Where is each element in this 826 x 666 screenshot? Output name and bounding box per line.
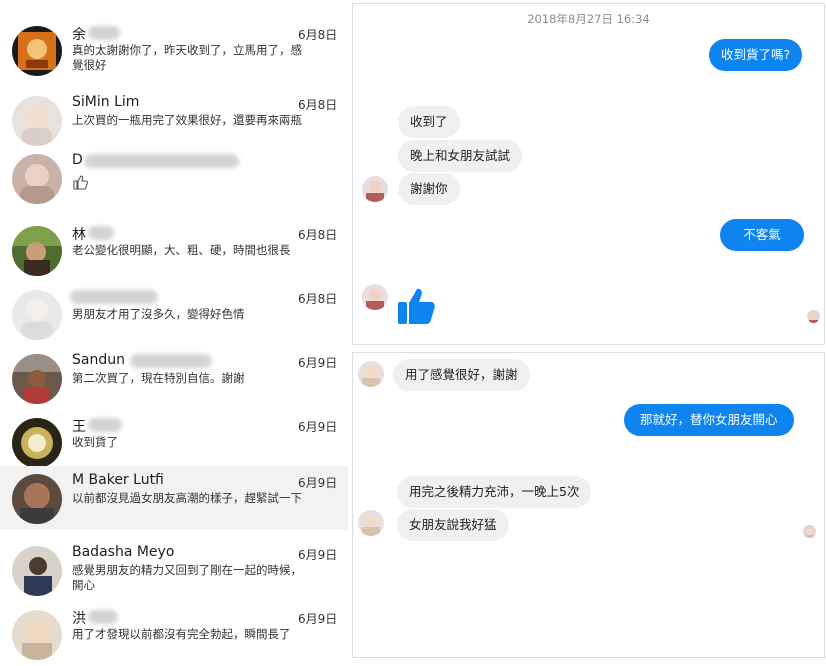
conversation-date: 6月9日: [298, 548, 338, 562]
blurred-name-overlay: [88, 26, 120, 40]
conversation-item[interactable]: 6月8日 男朋友才用了沒多久，變得好色情: [0, 282, 348, 346]
conversation-date: 6月9日: [298, 356, 338, 370]
conversation-item[interactable]: 王 6月9日 收到貨了: [0, 410, 348, 474]
avatar-image-icon: [20, 164, 54, 204]
conversation-date: 6月8日: [298, 292, 338, 306]
conversation-preview: 男朋友才用了沒多久，變得好色情: [72, 307, 245, 321]
avatar-image-icon: [12, 226, 62, 276]
conversation-item[interactable]: SiMin Lim 6月8日 上次買的一瓶用完了效果很好，還要再來兩瓶: [0, 88, 348, 152]
avatar-image-icon: [20, 483, 54, 524]
conversation-preview: 上次買的一瓶用完了效果很好，還要再來兩瓶: [72, 113, 302, 127]
chat-timestamp: 2018年8月27日 16:34: [527, 12, 650, 26]
conversation-date: 6月8日: [298, 228, 338, 242]
conversation-name: SiMin Lim: [72, 94, 140, 110]
avatar: [12, 474, 62, 524]
avatar: [12, 418, 62, 468]
conversation-date: 6月8日: [298, 98, 338, 112]
chat-panel-bottom: 用了感覺很好，謝謝 那就好，替你女朋友開心 用完之後精力充沛，一晚上5次 女朋友…: [352, 352, 825, 658]
conversation-item[interactable]: 林 6月8日 老公變化很明顯，大、粗、硬，時間也很長: [0, 218, 348, 282]
avatar-image-icon: [18, 32, 56, 70]
read-receipt-avatar: [803, 525, 816, 538]
conversation-name: 余: [72, 27, 86, 43]
message-bubble-incoming: 用了感覺很好，謝謝: [393, 359, 530, 391]
conversation-date: 6月8日: [298, 28, 338, 42]
conversation-preview: 真的太謝謝你了，昨天收到了，立馬用了，感覺很好: [72, 43, 302, 72]
avatar: [12, 154, 62, 204]
message-bubble-outgoing: 收到貨了嗎?: [709, 39, 803, 71]
message-bubble-outgoing: 不客氣: [720, 219, 804, 251]
blurred-name-overlay: [88, 610, 118, 624]
conversation-item[interactable]: Sandun 6月9日 第二次買了，現在特別自信。謝謝: [0, 346, 348, 410]
avatar: [12, 546, 62, 596]
conversation-item[interactable]: Badasha Meyo 6月9日 感覺男朋友的精力又回到了剛在一起的時候，開心: [0, 538, 348, 602]
conversation-name: Badasha Meyo: [72, 544, 175, 560]
conversation-name: M Baker Lutfi: [72, 472, 164, 488]
message-bubble-incoming: 謝謝你: [398, 173, 460, 205]
avatar: [12, 354, 62, 404]
conversation-name: 王: [72, 419, 86, 435]
avatar-image-icon: [366, 289, 384, 310]
avatar-image-icon: [362, 366, 380, 387]
read-receipt-avatar: [807, 310, 820, 323]
conversation-preview: 第二次買了，現在特別自信。謝謝: [72, 371, 245, 385]
message-bubble-incoming: 晚上和女朋友試試: [398, 140, 523, 172]
avatar-image-icon: [366, 181, 384, 202]
conversation-preview: 老公變化很明顯，大、粗、硬，時間也很長: [72, 243, 291, 257]
avatar-image-icon: [21, 299, 53, 340]
blurred-name-overlay: [88, 418, 122, 432]
thumbs-up-icon: [73, 175, 88, 190]
thumbs-up-icon[interactable]: [396, 286, 436, 326]
conversation-preview: 用了才發現以前都沒有完全勃起，瞬間長了: [72, 627, 291, 641]
conversation-item[interactable]: 洪 6月9日 用了才發現以前都沒有完全勃起，瞬間長了: [0, 602, 348, 666]
blurred-name-overlay: [70, 290, 158, 304]
blurred-name-overlay: [88, 226, 114, 240]
avatar: [12, 96, 62, 146]
conversation-name: Sandun: [72, 352, 125, 368]
blurred-name-overlay: [84, 154, 239, 168]
avatar: [12, 226, 62, 276]
conversation-item[interactable]: D: [0, 146, 348, 210]
conversation-list: 余 6月8日 真的太謝謝你了，昨天收到了，立馬用了，感覺很好 SiMin Lim…: [0, 0, 348, 665]
sender-avatar: [362, 284, 388, 310]
conversation-date: 6月9日: [298, 476, 338, 490]
conversation-name: 洪: [72, 611, 86, 627]
sender-avatar: [358, 510, 384, 536]
conversation-preview: 感覺男朋友的精力又回到了剛在一起的時候，開心: [72, 563, 302, 592]
conversation-name: 林: [72, 227, 86, 243]
sender-avatar: [362, 176, 388, 202]
conversation-item[interactable]: 余 6月8日 真的太謝謝你了，昨天收到了，立馬用了，感覺很好: [0, 18, 348, 82]
chat-panel-top: 2018年8月27日 16:34 收到貨了嗎? 收到了 晚上和女朋友試試 謝謝你…: [352, 3, 825, 345]
message-bubble-incoming: 用完之後精力充沛，一晚上5次: [397, 476, 592, 508]
conversation-preview: 收到貨了: [72, 435, 118, 449]
conversation-date: 6月9日: [298, 612, 338, 626]
avatar-image-icon: [21, 427, 53, 459]
avatar-image-icon: [24, 557, 52, 596]
conversation-date: 6月9日: [298, 420, 338, 434]
avatar: [12, 26, 62, 76]
avatar-image-icon: [22, 620, 52, 660]
avatar-image-icon: [12, 354, 62, 404]
message-bubble-outgoing: 那就好，替你女朋友開心: [624, 404, 794, 436]
avatar-image-icon: [809, 314, 818, 323]
conversation-item-active[interactable]: M Baker Lutfi 6月9日 以前都沒見過女朋友高潮的樣子，趕緊試一下: [0, 466, 348, 530]
blurred-name-overlay: [130, 354, 212, 368]
conversation-name: D: [72, 152, 83, 168]
message-bubble-incoming: 女朋友說我好猛: [397, 509, 509, 541]
message-bubble-incoming: 收到了: [398, 106, 460, 138]
conversation-preview: 以前都沒見過女朋友高潮的樣子，趕緊試一下: [72, 491, 302, 505]
avatar-image-icon: [22, 105, 52, 146]
sender-avatar: [358, 361, 384, 387]
avatar-image-icon: [362, 515, 380, 536]
avatar: [12, 610, 62, 660]
avatar-image-icon: [805, 529, 814, 538]
avatar: [12, 290, 62, 340]
